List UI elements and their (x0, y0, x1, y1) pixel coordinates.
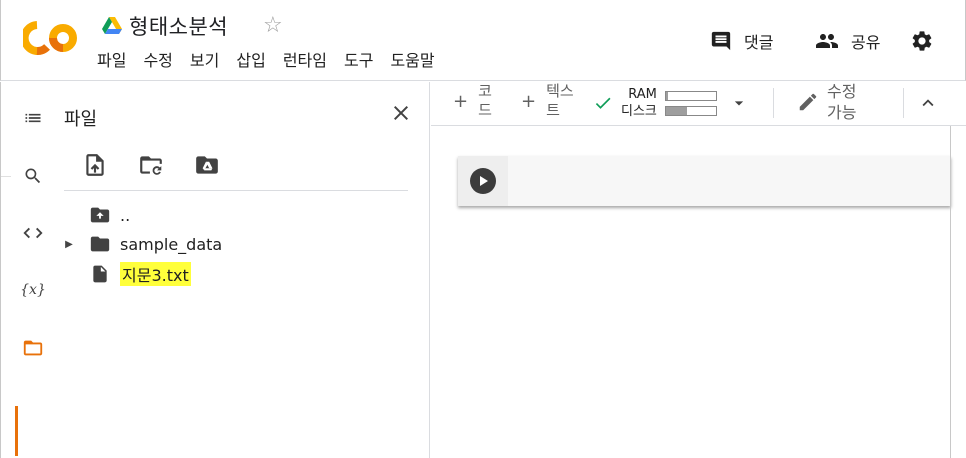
pencil-icon (799, 93, 817, 111)
edit-mode-label-2: 가능 (827, 103, 857, 122)
menu-insert[interactable]: 삽입 (236, 50, 265, 72)
mount-drive-icon[interactable] (194, 152, 220, 178)
tree-item-label: .. (120, 205, 131, 225)
share-button[interactable]: 공유 (815, 29, 880, 53)
menu-view[interactable]: 보기 (190, 50, 219, 72)
toolbar-divider (903, 88, 904, 118)
resources-indicator[interactable]: RAM 디스크 (593, 86, 749, 120)
comment-label: 댓글 (744, 33, 774, 52)
ram-label: RAM (628, 87, 657, 102)
edit-mode-label-1: 수정 (827, 82, 857, 101)
panel-title: 파일 (64, 109, 98, 130)
notebook-toolbar: + 코 드 + 텍스 트 RAM 디스크 수정 가능 (431, 82, 966, 126)
menu-runtime[interactable]: 런타임 (283, 50, 327, 72)
chevron-up-icon[interactable] (917, 92, 939, 118)
tree-item-parent[interactable]: .. (70, 203, 130, 227)
add-code-label-1: 코 (478, 82, 492, 100)
code-cell[interactable] (458, 156, 951, 206)
tree-item-sample-data[interactable]: ▶ sample_data (60, 232, 222, 256)
star-icon[interactable]: ☆ (263, 14, 283, 38)
add-text-button[interactable]: + 텍스 트 (521, 82, 574, 120)
people-icon (816, 34, 838, 48)
refresh-folder-icon[interactable] (138, 152, 164, 178)
play-icon[interactable] (470, 168, 496, 194)
tree-item-label: 지문3.txt (120, 262, 191, 286)
scrollbar-edge (950, 126, 951, 458)
notebook-title[interactable]: 형태소분석 (129, 11, 228, 41)
tree-item-label: sample_data (120, 234, 223, 254)
upload-file-icon[interactable] (82, 152, 108, 178)
menu-tools[interactable]: 도구 (344, 50, 373, 72)
comment-button[interactable]: 댓글 (710, 29, 773, 53)
app-header: 형태소분석 ☆ 파일 수정 보기 삽입 런타임 도구 도움말 댓글 공유 (0, 0, 966, 81)
menu-file[interactable]: 파일 (97, 50, 126, 72)
chevron-down-icon[interactable] (729, 93, 749, 113)
rail-active-indicator (15, 406, 18, 456)
close-icon[interactable] (389, 101, 413, 125)
toc-icon[interactable] (21, 106, 45, 130)
menu-edit[interactable]: 수정 (143, 50, 172, 72)
files-panel: 파일 .. ▶ sample_data 지문3.txt (52, 82, 430, 458)
panel-toolbar (82, 152, 250, 178)
code-icon[interactable] (21, 221, 45, 245)
disk-usage-bar (664, 105, 717, 116)
folder-up-icon (88, 203, 112, 227)
folder-icon (88, 232, 112, 256)
ram-usage-bar (664, 90, 717, 101)
panel-divider (64, 190, 408, 191)
add-code-button[interactable]: + 코 드 (453, 82, 492, 120)
edit-mode-button[interactable]: 수정 가능 (797, 81, 856, 123)
colab-logo[interactable] (20, 20, 79, 56)
check-icon (595, 97, 611, 109)
disk-label: 디스크 (621, 104, 657, 119)
share-label: 공유 (851, 33, 881, 52)
add-code-label-2: 드 (478, 101, 492, 119)
tree-item-file[interactable]: 지문3.txt (70, 262, 191, 286)
menu-bar: 파일 수정 보기 삽입 런타임 도구 도움말 (97, 50, 452, 72)
menu-help[interactable]: 도움말 (390, 50, 434, 72)
comment-icon (711, 31, 731, 51)
drive-icon[interactable] (102, 17, 122, 35)
rail-divider (1, 176, 11, 177)
search-icon[interactable] (21, 164, 45, 188)
cell-gutter (458, 156, 508, 206)
add-text-label-1: 텍스 (546, 82, 574, 100)
left-rail: {x} (0, 82, 52, 458)
add-text-label-2: 트 (546, 101, 560, 119)
notebook-area (431, 126, 966, 458)
variables-icon[interactable]: {x} (20, 278, 46, 302)
folder-icon[interactable] (21, 336, 45, 360)
gear-icon[interactable] (910, 29, 934, 57)
file-icon (88, 262, 112, 286)
toolbar-divider (773, 88, 774, 118)
expand-caret-icon[interactable]: ▶ (60, 239, 78, 250)
